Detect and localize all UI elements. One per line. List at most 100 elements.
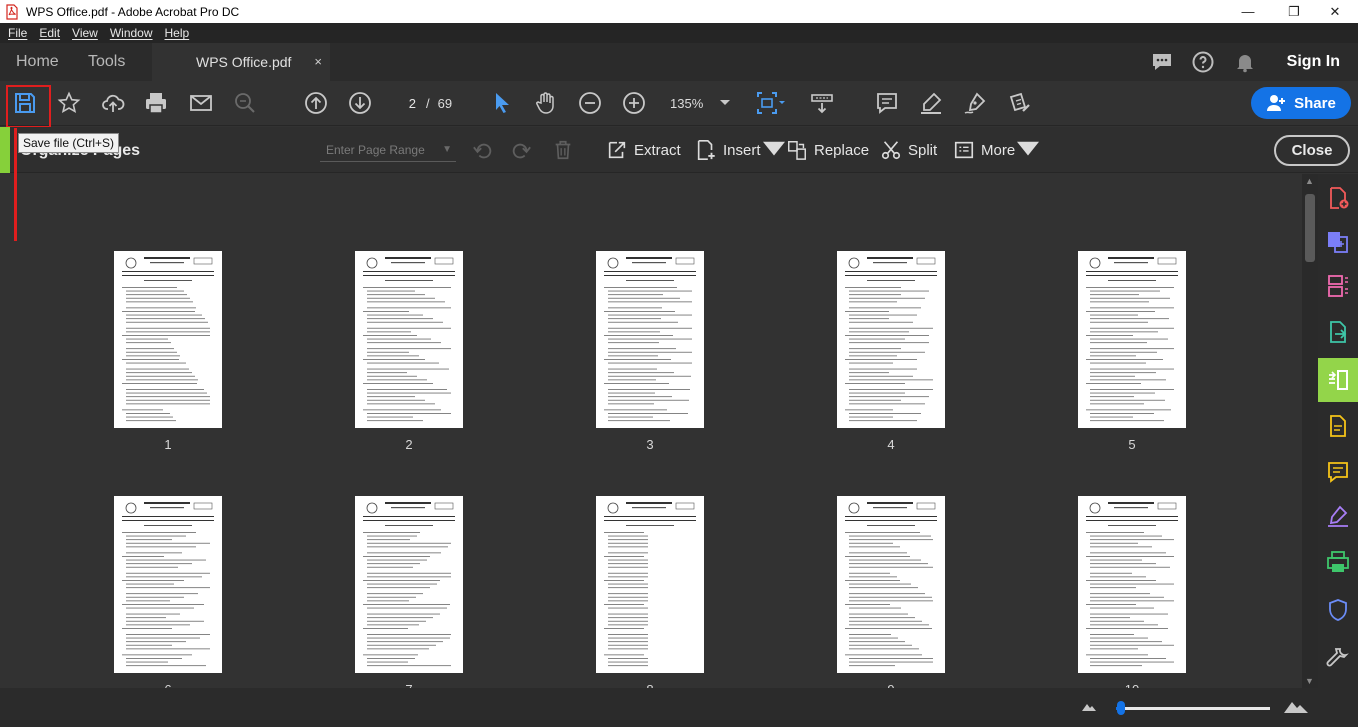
menu-file[interactable]: File — [2, 26, 33, 40]
page-thumbnail[interactable] — [596, 496, 704, 673]
print-production-tool[interactable] — [1318, 540, 1358, 584]
sign-in-button[interactable]: Sign In — [1287, 43, 1340, 81]
save-tooltip: Save file (Ctrl+S) — [18, 133, 120, 153]
combine-files-tool[interactable] — [1318, 220, 1358, 264]
slider-thumb[interactable] — [1117, 701, 1125, 715]
export-pdf-tool[interactable] — [1318, 310, 1358, 354]
page-navigator: / 69 — [394, 92, 452, 114]
email-button[interactable] — [187, 89, 215, 117]
zoom-out-button[interactable] — [576, 89, 604, 117]
tools-side-panel — [1318, 174, 1358, 688]
scroll-mode-button[interactable] — [808, 89, 836, 117]
tab-document[interactable]: WPS Office.pdf × — [152, 43, 330, 81]
large-mountain-icon[interactable] — [1284, 696, 1308, 714]
comment-button[interactable] — [873, 89, 901, 117]
tab-tools[interactable]: Tools — [88, 43, 125, 81]
page-separator: / — [426, 95, 430, 111]
extract-icon — [608, 141, 626, 159]
insert-label: Insert — [723, 141, 761, 159]
zoom-in-button[interactable] — [620, 89, 648, 117]
hand-tool-button[interactable] — [532, 89, 560, 117]
tab-close-icon[interactable]: × — [314, 43, 322, 81]
page-thumbnail[interactable] — [1078, 496, 1186, 673]
minus-circle-icon — [579, 92, 601, 114]
organize-pages-active-tool[interactable] — [1318, 358, 1358, 402]
delete-page-button[interactable] — [552, 137, 574, 163]
protect-tool[interactable] — [1318, 588, 1358, 632]
notifications-button[interactable] — [1233, 43, 1257, 81]
extract-button[interactable]: Extract — [606, 137, 681, 163]
page-thumbnail[interactable] — [596, 251, 704, 428]
extract-label: Extract — [634, 141, 681, 159]
page-preview-graphic — [122, 257, 214, 422]
page-thumbnail[interactable] — [114, 496, 222, 673]
minimize-button[interactable]: — — [1225, 0, 1271, 23]
edit-tools-button[interactable] — [1005, 89, 1033, 117]
tab-home[interactable]: Home — [16, 43, 59, 81]
upload-button[interactable] — [99, 89, 127, 117]
comments-chat-button[interactable] — [1150, 43, 1174, 81]
share-label: Share — [1294, 94, 1336, 112]
page-number-label: 2 — [405, 437, 413, 452]
insert-button[interactable]: Insert — [695, 137, 785, 163]
more-button[interactable]: More — [953, 137, 1040, 163]
small-mountain-icon — [1082, 704, 1096, 711]
vertical-scrollbar[interactable]: ▲ ▼ — [1302, 174, 1318, 688]
annotation-arrow-line — [14, 128, 17, 241]
select-tool-button[interactable] — [488, 89, 516, 117]
page-preview-graphic — [845, 502, 937, 667]
page-thumbnail[interactable] — [837, 496, 945, 673]
organize-pages-tool[interactable] — [1318, 264, 1358, 308]
page-thumbnail[interactable] — [1078, 251, 1186, 428]
menu-help[interactable]: Help — [159, 26, 196, 40]
page-range-dropdown[interactable]: Enter Page Range ▼ — [320, 140, 456, 162]
acrobat-pdf-icon — [6, 3, 18, 20]
share-button[interactable]: Share — [1251, 87, 1351, 119]
tab-document-label: WPS Office.pdf — [196, 54, 292, 70]
comment-icon — [877, 93, 897, 114]
menu-window[interactable]: Window — [104, 26, 159, 40]
highlight-button[interactable] — [917, 89, 945, 117]
organize-pages-icon — [1328, 275, 1348, 297]
close-organize-button[interactable]: Close — [1274, 135, 1350, 166]
menu-edit[interactable]: Edit — [33, 26, 66, 40]
rotate-right-button[interactable] — [510, 137, 532, 163]
maximize-button[interactable]: ❐ — [1271, 0, 1317, 23]
menu-view[interactable]: View — [66, 26, 104, 40]
scrollbar-thumb[interactable] — [1305, 194, 1315, 262]
page-thumbnail[interactable] — [355, 496, 463, 673]
find-button[interactable] — [231, 89, 259, 117]
star-icon — [57, 91, 81, 114]
fill-sign-tool[interactable] — [1318, 494, 1358, 538]
rotate-left-icon — [473, 143, 492, 159]
page-thumbnail[interactable] — [355, 251, 463, 428]
close-window-button[interactable]: ✕ — [1312, 0, 1358, 23]
page-thumbnail[interactable] — [837, 251, 945, 428]
create-pdf-tool[interactable] — [1318, 176, 1358, 220]
more-tools[interactable] — [1318, 636, 1358, 680]
previous-page-button[interactable] — [302, 89, 330, 117]
menu-bar: File Edit View Window Help — [0, 23, 1358, 43]
next-page-button[interactable] — [346, 89, 374, 117]
fit-page-button[interactable] — [752, 89, 790, 117]
scroll-up-icon[interactable]: ▲ — [1305, 176, 1314, 186]
help-button[interactable] — [1191, 43, 1215, 81]
rotate-left-button[interactable] — [472, 137, 494, 163]
print-button[interactable] — [142, 89, 170, 117]
edit-pdf-tool[interactable] — [1318, 404, 1358, 448]
sign-button[interactable] — [961, 89, 989, 117]
page-thumbnail[interactable] — [114, 251, 222, 428]
thumbnail-size-slider[interactable] — [1116, 707, 1270, 710]
trash-icon — [555, 140, 571, 160]
page-preview-graphic — [604, 502, 696, 667]
replace-button[interactable]: Replace — [786, 137, 869, 163]
bookmark-button[interactable] — [55, 89, 83, 117]
insert-page-icon — [697, 140, 715, 160]
current-page-input[interactable] — [394, 92, 416, 114]
comment-tool[interactable] — [1318, 450, 1358, 494]
zoom-dropdown[interactable]: 135% — [670, 92, 731, 114]
scroll-down-icon[interactable]: ▼ — [1305, 676, 1314, 686]
split-button[interactable]: Split — [880, 137, 937, 163]
printer-icon — [146, 93, 166, 114]
chevron-down-icon — [720, 100, 731, 105]
